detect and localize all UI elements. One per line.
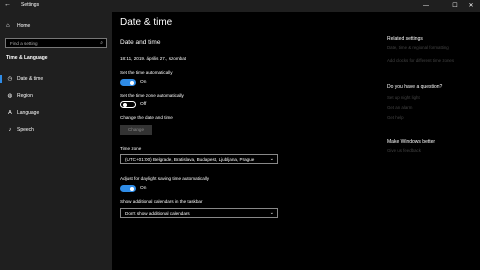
question-link-alarm[interactable]: Get an alarm (387, 105, 412, 110)
timezone-label: Time zone (120, 146, 142, 151)
nav-home[interactable]: ⌂ Home (6, 21, 30, 31)
sidebar-item-label: Speech (17, 127, 34, 133)
change-button[interactable]: Change (120, 125, 152, 135)
question-header: Do you have a question? (387, 84, 443, 90)
sidebar-item-region[interactable]: ◍ Region (0, 91, 112, 101)
timezone-value: (UTC+01:00) Belgrade, Bratislava, Budape… (125, 157, 255, 162)
chevron-down-icon: ⌄ (269, 210, 274, 216)
set-zone-auto-toggle[interactable]: Off (120, 101, 146, 108)
search-input[interactable]: Find a setting ⌕ (5, 38, 107, 48)
current-date-time: 18:11, 2019. április 27., szombat (120, 56, 187, 61)
timezone-select[interactable]: (UTC+01:00) Belgrade, Bratislava, Budape… (120, 154, 278, 164)
calendars-value: Don't show additional calendars (125, 211, 190, 216)
sidebar-item-label: Region (17, 93, 33, 99)
related-settings-header: Related settings (387, 36, 423, 42)
nav-home-label: Home (17, 23, 31, 29)
dst-toggle[interactable]: On (120, 185, 146, 192)
toggle-state: On (140, 80, 147, 85)
set-time-auto-label: Set the time automatically (120, 70, 173, 75)
section-header: Time & Language (6, 55, 48, 61)
language-icon: A (8, 110, 12, 116)
toggle-state: On (140, 186, 147, 191)
dst-label: Adjust for daylight saving time automati… (120, 176, 210, 181)
section-title: Date and time (120, 39, 161, 46)
close-icon[interactable]: ✕ (460, 0, 480, 12)
toggle-state: Off (140, 102, 147, 107)
sidebar-item-language[interactable]: A Language (0, 108, 112, 118)
make-better-header: Make Windows better (387, 139, 436, 145)
toggle-switch[interactable] (120, 79, 136, 86)
microphone-icon: ♪ (8, 127, 12, 133)
sidebar-item-label: Date & time (17, 76, 44, 82)
question-link-help[interactable]: Get help (387, 115, 404, 120)
toggle-switch[interactable] (120, 185, 136, 192)
change-date-time-label: Change the date and time (120, 115, 173, 120)
feedback-link[interactable]: Give us feedback (387, 148, 421, 153)
title-bar: ← Settings — ☐ ✕ (0, 0, 480, 12)
search-icon[interactable]: ⌕ (100, 40, 103, 46)
home-icon: ⌂ (6, 23, 10, 29)
calendars-label: Show additional calendars in the taskbar (120, 199, 203, 204)
chevron-down-icon: ⌄ (269, 156, 274, 162)
active-indicator (0, 75, 2, 83)
clock-icon: ◷ (7, 76, 13, 82)
window-title: Settings (21, 2, 40, 8)
sidebar: ⌂ Home Find a setting ⌕ Time & Language … (0, 12, 112, 270)
sidebar-item-label: Language (17, 110, 40, 116)
related-link-formatting[interactable]: Date, time & regional formatting (387, 45, 449, 50)
related-link-clocks[interactable]: Add clocks for different time zones (387, 58, 454, 63)
calendars-select[interactable]: Don't show additional calendars ⌄ (120, 208, 278, 218)
sidebar-item-date-time[interactable]: ◷ Date & time (0, 74, 112, 84)
search-placeholder: Find a setting (10, 41, 38, 46)
sidebar-item-speech[interactable]: ♪ Speech (0, 125, 112, 135)
set-zone-auto-label: Set the time zone automatically (120, 93, 184, 98)
question-link-night-light[interactable]: Set up night light (387, 95, 420, 100)
globe-icon: ◍ (7, 93, 13, 99)
set-time-auto-toggle[interactable]: On (120, 79, 146, 86)
minimize-icon[interactable]: — (415, 0, 437, 12)
back-arrow-icon[interactable]: ← (4, 1, 11, 8)
toggle-switch[interactable] (120, 101, 136, 108)
page-title: Date & time (120, 17, 173, 28)
